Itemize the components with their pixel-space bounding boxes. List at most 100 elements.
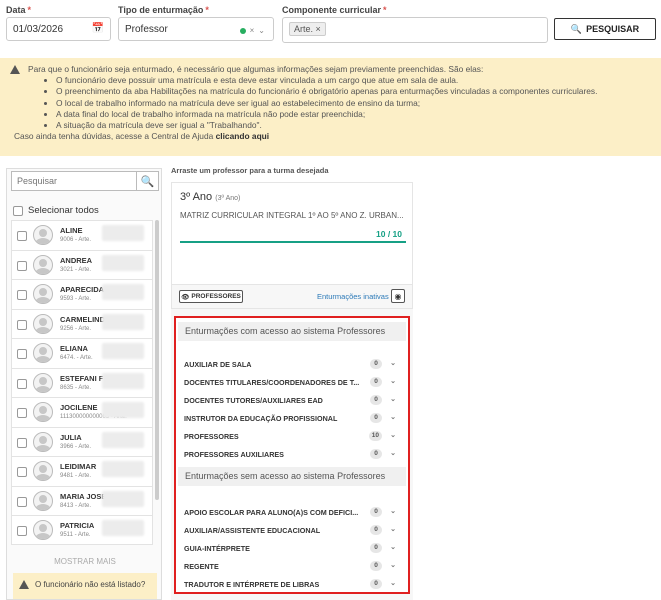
item-checkbox[interactable] [17,349,27,359]
componente-tag: Arte. × [289,22,326,36]
professores-button[interactable]: 👁 PROFESSORES [179,290,243,303]
inativas-link[interactable]: Enturmações inativas [317,292,389,301]
warning-item: O funcionário deve possuir uma matrícula… [56,75,651,86]
employee-meta: 9593 - Arte. [60,296,92,302]
employee-name: ALINE [60,226,83,235]
enturmacao-row[interactable]: TRADUTOR E INTÉRPRETE DE LIBRAS 0 ⌄ [184,575,404,593]
turma-progress-bar [180,241,406,243]
employee-meta: 3966 - Arte. [60,443,92,450]
item-checkbox[interactable] [17,408,27,418]
search-button[interactable]: 🔍 PESQUISAR [554,18,656,40]
warning-list: O funcionário deve possuir uma matrícula… [28,75,651,131]
enturmacao-row[interactable]: AUXILIAR DE SALA 0 ⌄ [184,355,404,373]
list-item[interactable]: ALINE 9006 - Arte. [11,220,153,250]
list-item[interactable]: APARECIDA 9593 - Arte. [11,279,153,309]
list-item[interactable]: LEIDIMAR 9481 - Arte. [11,456,153,486]
show-more-button[interactable]: MOSTRAR MAIS [7,557,161,566]
chevron-down-icon[interactable]: ⌄ [390,561,396,569]
chevron-down-icon[interactable]: ⌄ [390,377,396,385]
turma-card[interactable]: 3º Ano (3º Ano) MATRIZ CURRICULAR INTEGR… [171,182,413,285]
item-checkbox[interactable] [17,378,27,389]
turma-description: MATRIZ CURRICULAR INTEGRAL 1º AO 5º ANO … [180,211,404,220]
enturmacao-row[interactable]: PROFESSORES AUXILIARES 0 ⌄ [184,445,404,463]
item-checkbox[interactable] [17,496,27,507]
warning-item: O preenchimento da aba Habilitações na m… [56,86,651,97]
count-badge: 0 [370,543,382,553]
item-checkbox[interactable] [17,231,27,241]
toggle-visibility-button[interactable]: ◉ [391,289,405,303]
help-link[interactable]: clicando aqui [216,131,270,141]
chevron-down-icon[interactable]: ⌄ [390,449,396,457]
date-field[interactable]: 01/03/2026 📅 [6,17,111,41]
avatar-icon [33,461,53,481]
item-checkbox[interactable] [17,319,27,330]
enturmacao-row[interactable]: GUIA-INTÉRPRETE 0 ⌄ [184,539,404,557]
item-checkbox[interactable] [17,467,27,477]
chevron-down-icon[interactable]: ⌄ [390,579,396,587]
enturmacao-row[interactable]: REGENTE 0 ⌄ [184,557,404,575]
employee-meta: 9481 - Arte. [60,473,92,479]
avatar-icon [33,343,53,363]
employee-list: ALINE 9006 - Arte. ANDREA 3021 - Arte. APA… [11,220,153,545]
tipo-select[interactable]: Professor × ⌄ [118,17,274,41]
enturmacao-row[interactable]: AUXILIAR/ASSISTENTE EDUCACIONAL 0 ⌄ [184,521,404,539]
list-item[interactable]: MARIA JOSE 8413 - Arte. [11,485,153,515]
list-item[interactable]: ESTEFANI F 8635 - Arte. [11,367,153,397]
employee-name: MARIA JOSE [60,491,107,501]
chevron-down-icon[interactable]: ⌄ [390,359,396,367]
avatar-icon [33,313,53,334]
select-all[interactable]: Selecionar todos [13,205,99,216]
search-icon: 🔍 [570,23,583,34]
avatar-icon [33,254,53,275]
drag-hint: Arraste um professor para a turma deseja… [171,166,329,175]
calendar-icon[interactable]: 📅 [92,23,104,34]
componente-select[interactable]: Arte. × [282,17,548,43]
list-item[interactable]: JOCILENE 111300000000065 - Arte. [11,397,153,427]
enturmacao-row[interactable]: INSTRUTOR DA EDUCAÇÃO PROFISSIONAL 0 ⌄ [184,409,404,427]
chevron-down-icon[interactable]: ⌄ [258,26,265,35]
item-checkbox[interactable] [17,526,27,536]
status-dot-icon [239,27,246,34]
chevron-down-icon[interactable]: ⌄ [390,525,396,533]
section-rows: AUXILIAR DE SALA 0 ⌄ DOCENTES TITULARES/CO… [184,355,404,463]
list-item[interactable]: JULIA 3966 - Arte. [11,426,153,456]
employee-meta: 6474. - Arte. [60,355,93,361]
chevron-down-icon[interactable]: ⌄ [390,543,396,551]
not-listed-notice[interactable]: O funcionário não está listado? [13,573,157,599]
enturmacao-row[interactable]: DOCENTES TITULARES/COORDENADORES DE T...… [184,373,404,391]
filter-bar: Data * 01/03/2026 📅 Tipo de enturmação * P… [0,0,661,48]
list-scrollbar[interactable] [155,220,159,500]
count-badge: 0 [370,507,382,517]
redacted-block [102,461,144,477]
item-checkbox[interactable] [17,260,27,271]
componente-label: Componente curricular * [282,5,387,15]
enturmacao-row[interactable]: DOCENTES TUTORES/AUXILIARES EAD 0 ⌄ [184,391,404,409]
list-item[interactable]: PATRICIA 9511 - Arte. [11,515,153,545]
employee-name: PATRICIA [60,521,95,530]
chevron-down-icon[interactable]: ⌄ [390,413,396,421]
enturmacao-row[interactable]: PROFESSORES 10 ⌄ [184,427,404,445]
list-item[interactable]: ELIANA 6474. - Arte. [11,338,153,368]
search-icon[interactable]: 🔍 [136,172,158,190]
employee-name: ANDREA [60,255,93,265]
item-checkbox[interactable] [17,290,27,300]
select-all-checkbox[interactable] [13,205,23,216]
chevron-down-icon[interactable]: ⌄ [390,395,396,403]
avatar-icon [33,490,53,511]
count-badge: 10 [368,431,382,441]
count-badge: 0 [370,525,382,535]
chevron-down-icon[interactable]: ⌄ [390,431,396,439]
chevron-down-icon[interactable]: ⌄ [390,507,396,515]
item-checkbox[interactable] [17,437,27,448]
redacted-block [102,284,144,300]
remove-tag-icon[interactable]: × [316,24,321,34]
list-item[interactable]: CARMELINDA 9256 - Arte. [11,308,153,338]
requirements-warning: Para que o funcionário seja enturmado, é… [0,58,661,156]
list-item[interactable]: ANDREA 3021 - Arte. [11,249,153,279]
employee-search: 🔍 [11,171,159,191]
enturmacao-row[interactable]: APOIO ESCOLAR PARA ALUNO(A)S COM DEFICI.… [184,503,404,521]
employee-search-input[interactable] [12,176,136,186]
clear-icon[interactable]: × [250,26,255,35]
count-badge: 0 [370,395,382,405]
employee-meta: 3021 - Arte. [60,266,92,273]
